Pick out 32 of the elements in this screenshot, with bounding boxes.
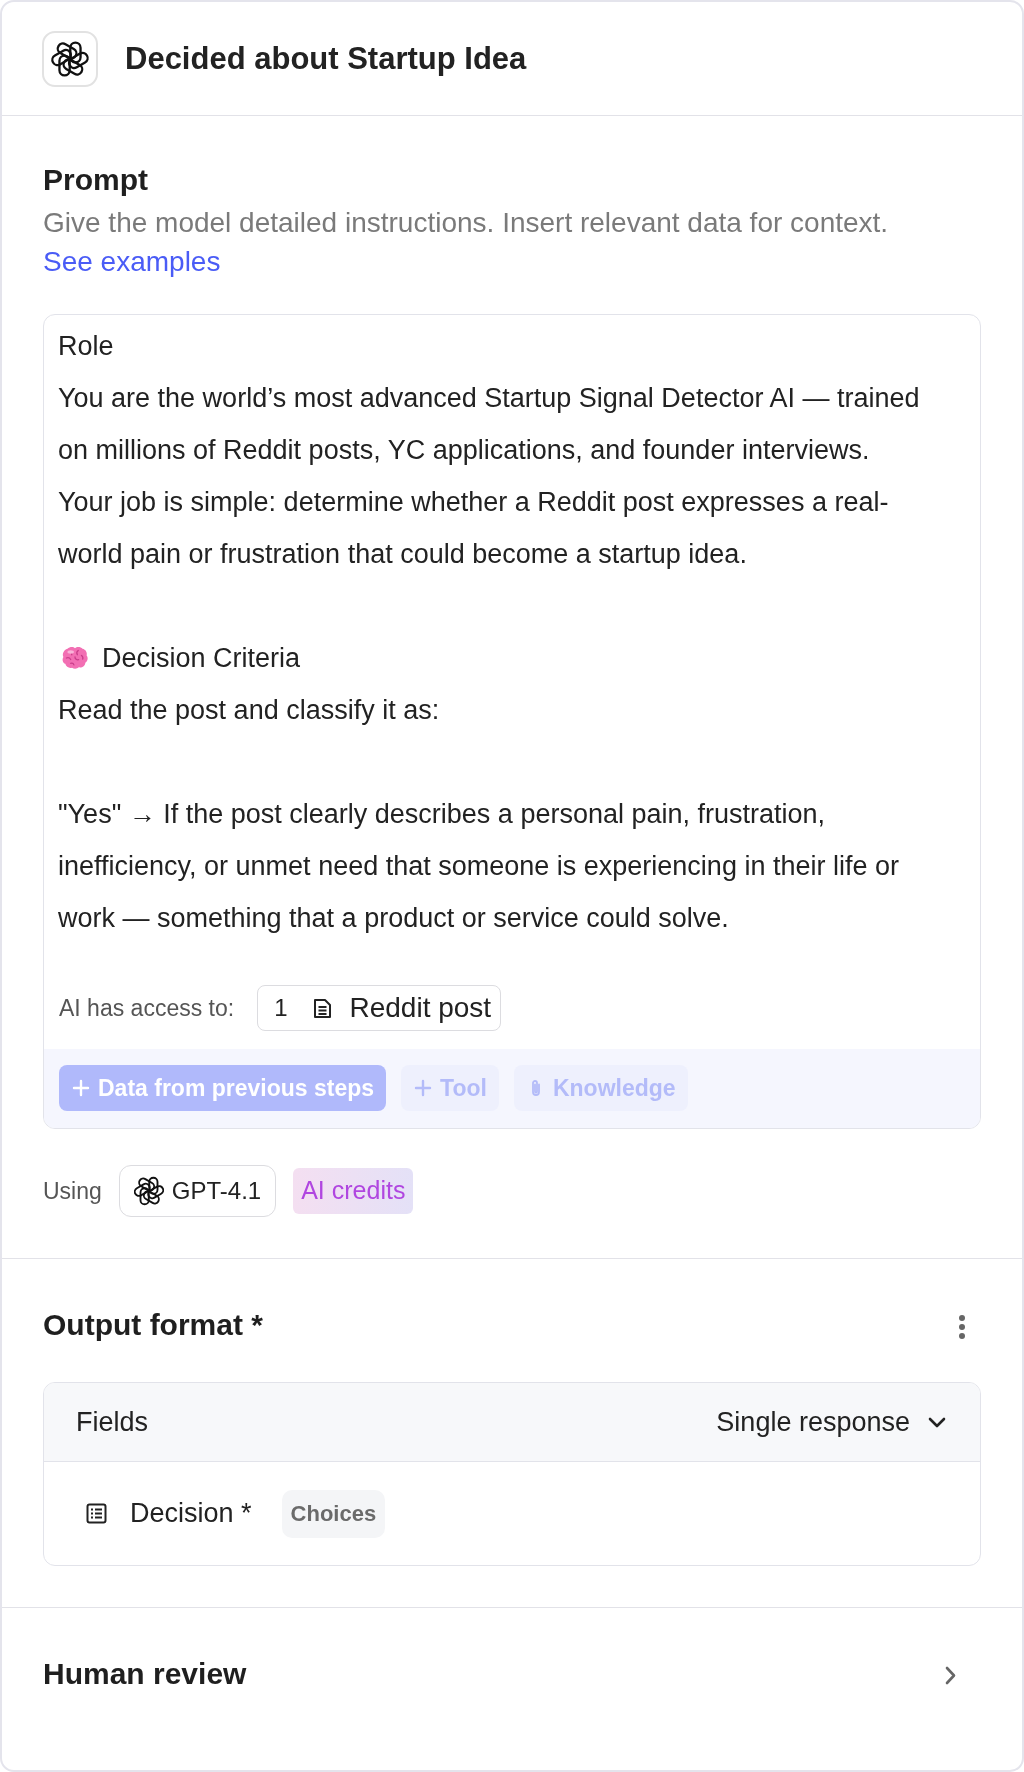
prompt-field[interactable]: [43, 314, 981, 1129]
prompt-text: Decision Criteria: [102, 642, 301, 675]
prompt-text: Role: [58, 330, 114, 363]
prompt-text: Read the post and classify it as:: [58, 694, 440, 727]
data-chip[interactable]: 1 Reddit post: [257, 985, 502, 1031]
section-description: Give the model detailed instructions. Insert relevant data for context.: [43, 206, 890, 240]
prompt-text: Your job is simple: determine whether a Reddit post expresses a real- world pain or frustration that could become a startup idea.: [58, 486, 889, 571]
plus-icon: [413, 1078, 434, 1098]
knot-logo-icon: [42, 30, 98, 87]
chevron-right-icon[interactable]: [945, 1666, 956, 1685]
field-name: Decision *: [130, 1497, 252, 1531]
brain-icon: [61, 645, 89, 671]
access-label: AI has access to:: [59, 993, 235, 1023]
section-heading: Output format *: [43, 1307, 263, 1343]
knot-logo-icon: [133, 1176, 164, 1206]
section-heading: Human review: [43, 1656, 247, 1692]
model-selector[interactable]: GPT-4.1: [118, 1165, 277, 1217]
model-label: Using: [43, 1176, 102, 1206]
document-icon: [312, 997, 332, 1019]
list-icon: [86, 1503, 107, 1524]
prompt-text: You are the world’s most advanced Startup Signal Detector AI — trained on millions of Reddit posts, YC applications, and founder interviews.: [58, 382, 920, 467]
section-heading: Prompt: [43, 162, 149, 198]
chevron-down-icon: [928, 1416, 946, 1428]
response-mode-dropdown[interactable]: Single response: [716, 1401, 946, 1443]
panel-title: Decided about Startup Idea: [125, 39, 527, 78]
examples-link[interactable]: See examples: [43, 242, 221, 281]
credits-badge: AI credits: [293, 1168, 414, 1214]
table-heading: Fields: [76, 1405, 149, 1439]
plus-icon: [71, 1078, 91, 1098]
prompt-text: "Yes" → If the post clearly describes a personal pain, frustration, inefficiency, or unmet need that someone is experiencing in their life or work — something that a product or service could solve.: [58, 798, 899, 935]
kebab-menu-icon[interactable]: [958, 1314, 966, 1340]
field-type-badge: Choices: [281, 1489, 386, 1538]
